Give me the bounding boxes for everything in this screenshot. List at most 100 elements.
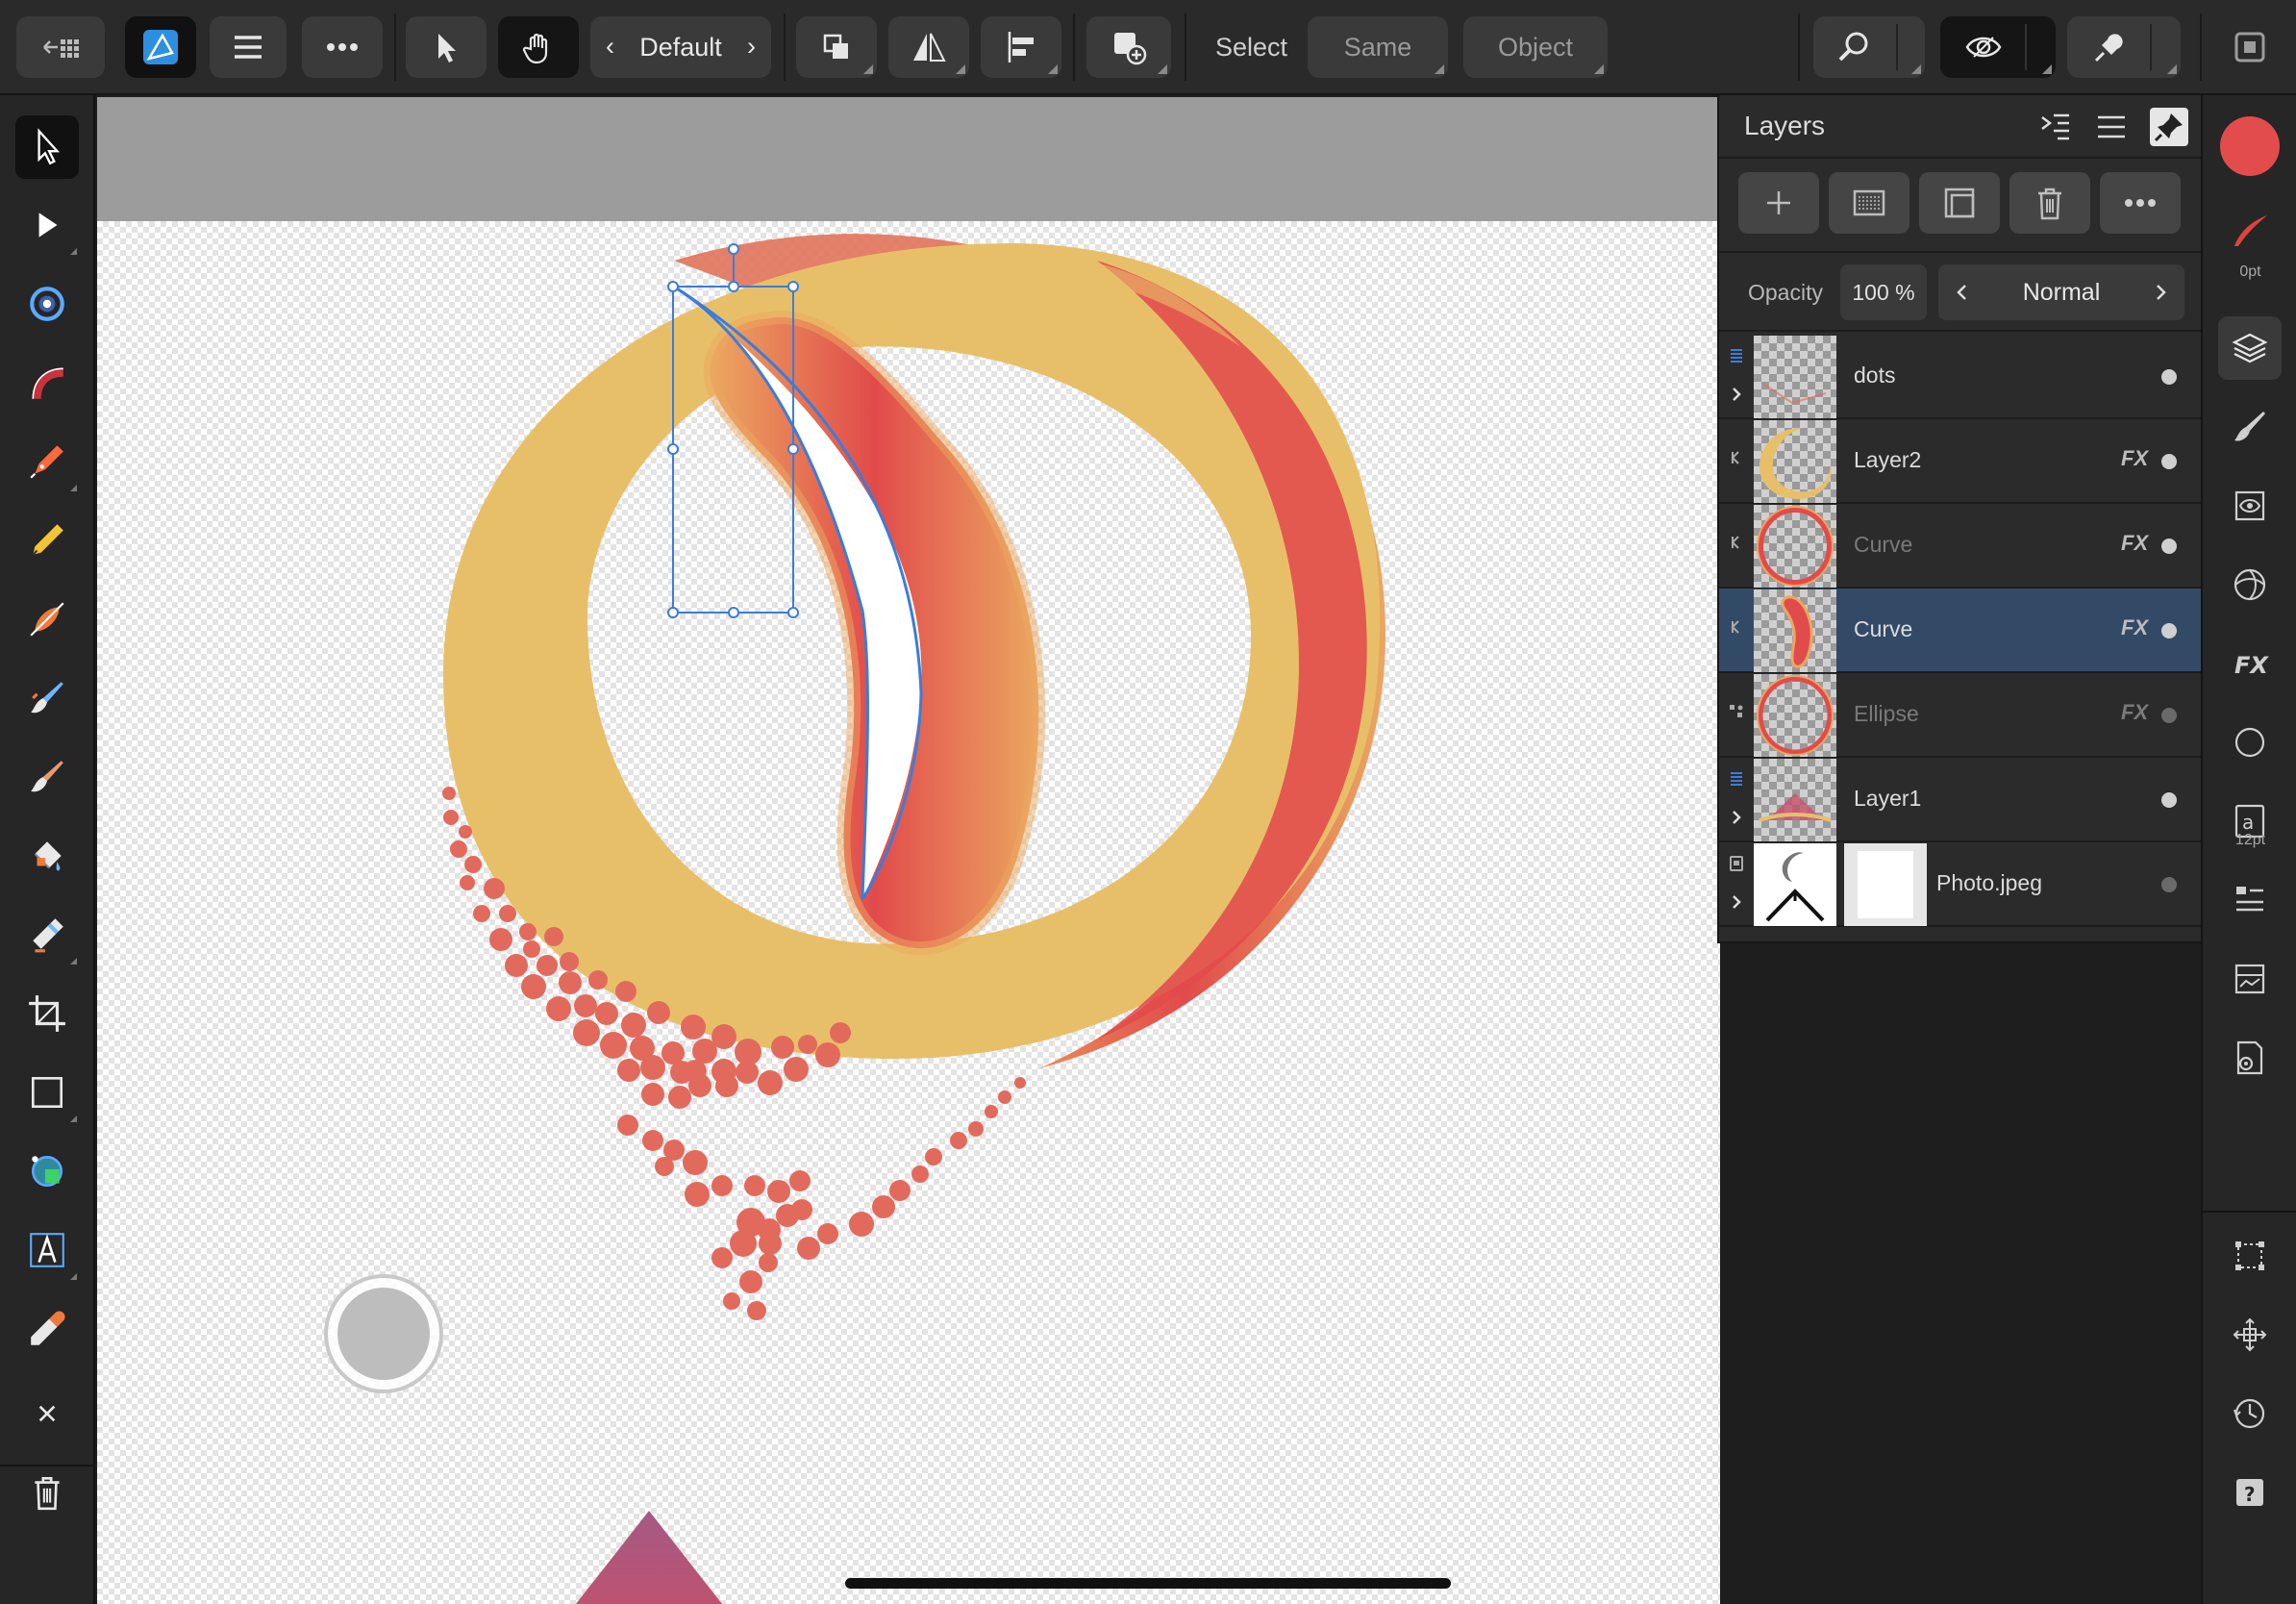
delete-button[interactable]	[15, 1461, 79, 1524]
layer-type-icon	[1731, 772, 1742, 786]
add-group-button[interactable]	[1919, 172, 2000, 234]
halftone-dot	[950, 1132, 967, 1149]
hand-tool-button[interactable]	[498, 16, 579, 78]
layers-studio-button[interactable]	[2218, 316, 2282, 380]
chevron-right-icon[interactable]	[1727, 385, 1746, 404]
align-button[interactable]	[981, 16, 1061, 78]
triangle-shape[interactable]	[551, 1511, 747, 1604]
rectangle-tool[interactable]	[15, 1061, 79, 1124]
visibility-toggle[interactable]	[2161, 369, 2177, 385]
back-to-gallery-button[interactable]	[16, 16, 105, 78]
halftone-dot	[771, 1036, 794, 1059]
layer-name: Photo.jpeg	[1936, 870, 2042, 895]
fill-tool[interactable]	[15, 588, 79, 651]
stock-studio-button[interactable]	[2218, 947, 2282, 1011]
move-tool[interactable]	[15, 115, 79, 179]
appearance-studio-button[interactable]	[2218, 474, 2282, 538]
navigator-button[interactable]	[2218, 1303, 2282, 1366]
canvas-area[interactable]	[97, 97, 1720, 1604]
add-layer-button[interactable]	[1738, 172, 1819, 234]
chevron-right-icon[interactable]	[1727, 892, 1746, 912]
layer-more-button[interactable]	[2100, 172, 2181, 234]
quick-menu-button[interactable]	[324, 1274, 443, 1393]
blend-mode-selector[interactable]: Normal	[1938, 264, 2184, 320]
pixel-brush-tool[interactable]	[15, 745, 79, 809]
document-settings-button[interactable]	[2218, 1026, 2282, 1090]
vector-brush-tool[interactable]	[15, 351, 79, 414]
select-object-button[interactable]: Object	[1463, 16, 1608, 78]
shape-builder-tool[interactable]	[15, 1140, 79, 1203]
visibility-toggle[interactable]	[2161, 454, 2177, 469]
close-context-button[interactable]	[15, 1382, 79, 1445]
flood-fill-tool[interactable]	[15, 824, 79, 888]
select-same-button[interactable]: Same	[1308, 16, 1448, 78]
fill-color-swatch[interactable]	[2218, 114, 2282, 178]
arrange-button[interactable]	[796, 16, 877, 78]
collapse-panel-button[interactable]	[2036, 108, 2075, 146]
view-mode-button[interactable]	[1940, 16, 2056, 78]
snapping-button[interactable]	[2067, 16, 2181, 78]
brushes-studio-button[interactable]	[2218, 395, 2282, 459]
pen-tool[interactable]	[15, 430, 79, 493]
pin-panel-button[interactable]	[2150, 108, 2188, 146]
halftone-dot	[537, 955, 558, 976]
chevron-right-icon[interactable]	[1727, 808, 1746, 827]
layer-row-photo[interactable]: Photo.jpeg	[1719, 842, 2203, 927]
help-button[interactable]: ?	[2218, 1461, 2282, 1524]
next-style-icon[interactable]: ›	[747, 32, 756, 62]
add-shape-button[interactable]	[1086, 16, 1171, 78]
symbols-studio-button[interactable]	[2218, 868, 2282, 932]
halftone-dot	[484, 878, 505, 899]
arrange-icon	[823, 34, 848, 59]
visibility-toggle[interactable]	[2161, 792, 2177, 808]
visibility-toggle[interactable]	[2161, 877, 2177, 892]
erase-tool[interactable]	[15, 903, 79, 966]
text-tool[interactable]	[15, 1218, 79, 1282]
history-button[interactable]	[2218, 1382, 2282, 1445]
transform-button[interactable]	[2218, 1224, 2282, 1288]
halftone-dot	[668, 1086, 691, 1109]
stroke-swatch[interactable]	[2218, 199, 2282, 263]
collapse-panel-icon	[2041, 113, 2069, 140]
effects-studio-button[interactable]: FX	[2218, 632, 2282, 695]
node-tool[interactable]	[15, 193, 79, 257]
bucket-icon	[34, 841, 62, 871]
hand-icon	[522, 33, 548, 64]
layer-row-layer2[interactable]: Layer2 FX	[1719, 419, 2203, 504]
visibility-toggle[interactable]	[2161, 708, 2177, 723]
move-tool-button[interactable]	[406, 16, 487, 78]
style-preset-selector[interactable]: ‹ Default ›	[590, 16, 771, 78]
layer-row-layer1[interactable]: Layer1	[1719, 758, 2203, 842]
artwork[interactable]	[97, 97, 1720, 1604]
main-menu-button[interactable]	[210, 16, 287, 78]
layer-row-curve-hidden[interactable]: Curve FX	[1719, 504, 2203, 589]
layers-menu-button[interactable]	[2092, 108, 2131, 146]
more-menu-button[interactable]	[302, 16, 383, 78]
layer-thumbnail	[1754, 843, 1836, 926]
assets-icon	[2234, 964, 2265, 994]
layer-row-curve-selected[interactable]: Curve FX	[1719, 589, 2203, 673]
visibility-toggle[interactable]	[2161, 623, 2177, 639]
transparency-studio-button[interactable]	[2218, 553, 2282, 616]
corner-tool[interactable]	[15, 272, 79, 336]
pencil-tool[interactable]	[15, 509, 79, 572]
crop-tool[interactable]	[15, 982, 79, 1045]
navigator-studio-button[interactable]	[2218, 711, 2282, 774]
color-picker-tool[interactable]	[15, 1297, 79, 1361]
delete-layer-button[interactable]	[2009, 172, 2090, 234]
chevron-right-icon[interactable]	[2146, 278, 2175, 307]
window-button[interactable]	[2219, 16, 2281, 78]
layer-row-ellipse[interactable]: Ellipse FX	[1719, 673, 2203, 758]
opacity-field[interactable]: 100 %	[1840, 264, 1927, 320]
svg-text:FX: FX	[2234, 652, 2269, 679]
add-pixel-layer-button[interactable]	[1829, 172, 1909, 234]
visibility-toggle[interactable]	[2161, 539, 2177, 554]
select-object-label: Object	[1497, 32, 1574, 62]
node-pointer-icon	[38, 213, 58, 238]
layer-row-dots[interactable]: dots	[1719, 335, 2203, 419]
persona-button[interactable]	[125, 16, 196, 78]
paint-brush-tool[interactable]	[15, 666, 79, 730]
flip-button[interactable]	[888, 16, 969, 78]
previous-style-icon[interactable]: ‹	[606, 32, 614, 62]
zoom-button[interactable]	[1813, 16, 1925, 78]
